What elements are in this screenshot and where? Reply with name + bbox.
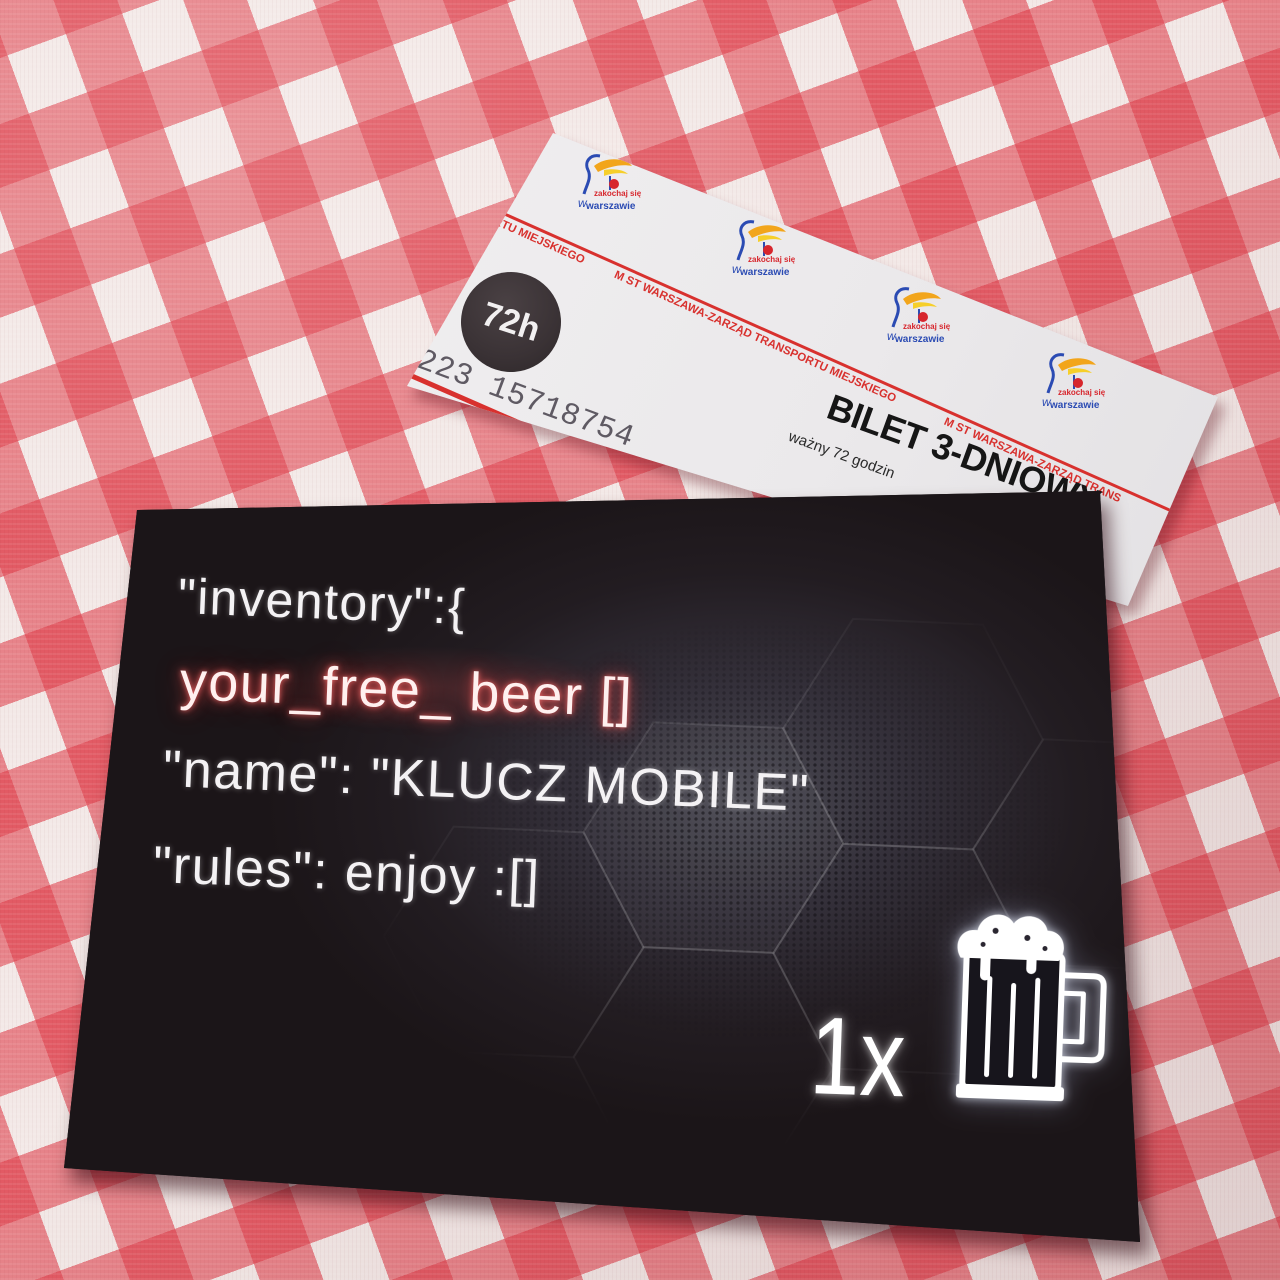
card-line-rules: "rules": enjoy :[] [151, 836, 542, 909]
foam-drip [1026, 954, 1037, 975]
photo-scene: RTU MIEJSKIEGO M ST WARSZAWA-ZARZĄD TRAN… [0, 0, 1280, 1280]
mug-foam [957, 914, 1064, 962]
beer-mug-icon [955, 914, 1107, 1102]
hexagon-outline [582, 721, 845, 954]
hexagon-outline [572, 946, 835, 1179]
card-line-inventory: "inventory":{ [176, 568, 468, 636]
beer-quantity: 1x [807, 994, 908, 1121]
foam-drip [980, 952, 991, 981]
